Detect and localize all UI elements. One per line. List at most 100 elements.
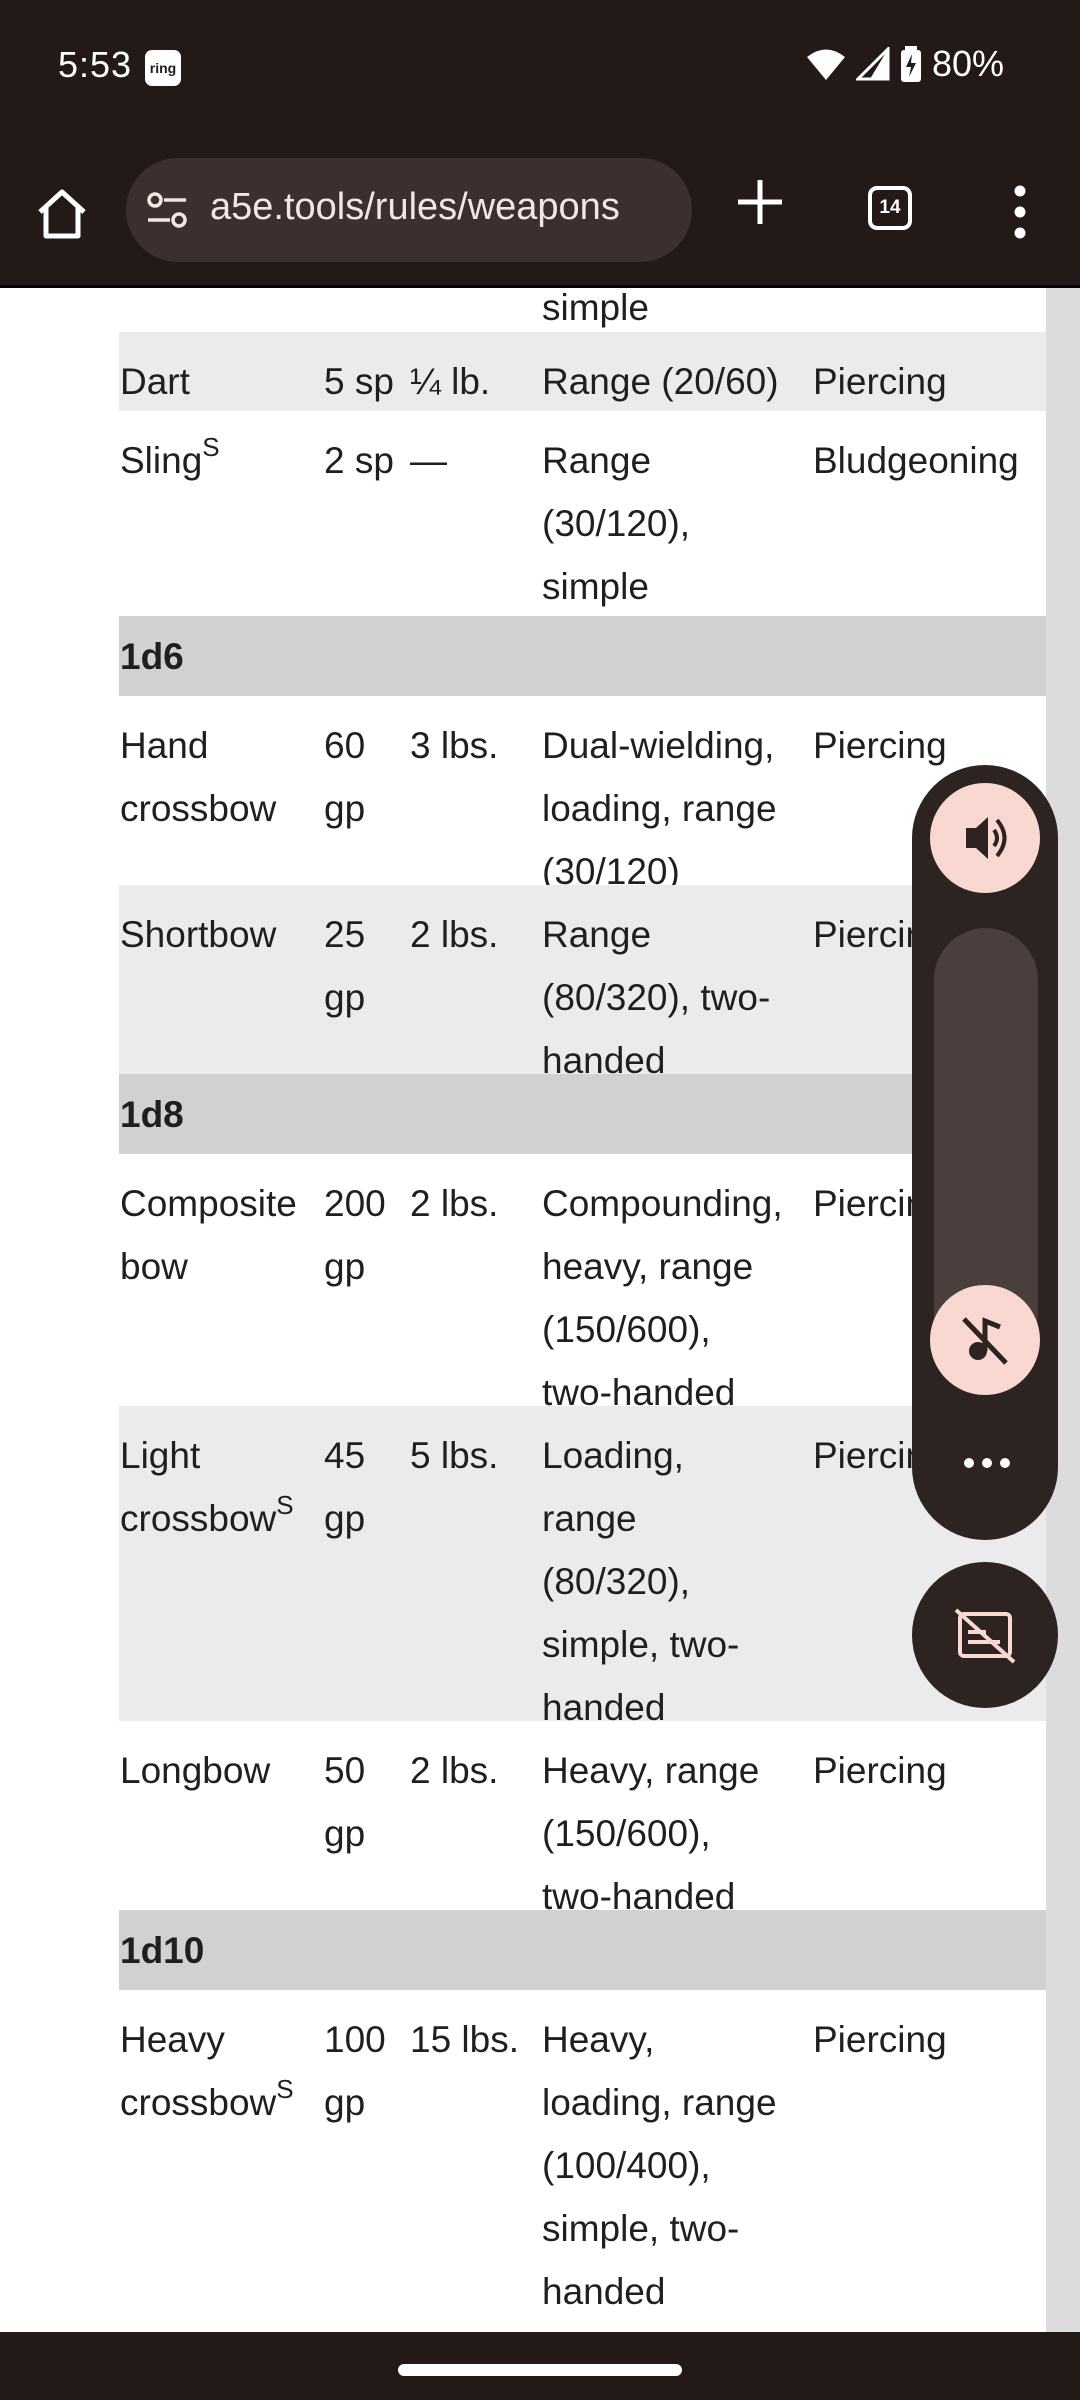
weapon-name-line: Heavy <box>120 2019 225 2060</box>
weapon-weight: 3 lbs. <box>410 725 499 766</box>
weapon-damage-type: Piercing <box>813 1750 947 1791</box>
home-icon[interactable] <box>30 182 94 246</box>
damage-group-header: 1d10 <box>119 1910 1046 1990</box>
weapon-property-line: (80/320), two- <box>542 977 771 1018</box>
weapon-name-line-wrap: crossbowS <box>120 1487 294 1550</box>
table-row: Dart 5 sp ¼ lb. Range (20/60) Piercing <box>119 332 1046 411</box>
weapon-damage-type: Piercing <box>813 361 947 402</box>
weapon-name: SlingS <box>120 429 220 492</box>
weapon-cost-line: gp <box>324 2082 366 2123</box>
weapon-weight: 2 lbs. <box>410 1750 499 1791</box>
more-horiz-icon[interactable] <box>962 1455 1012 1471</box>
weapon-property-line: heavy, range <box>542 1246 754 1287</box>
weapon-name-line-wrap: crossbowS <box>120 2071 294 2134</box>
weapon-cost-line: 5 sp <box>324 361 394 402</box>
weapon-cost: 25 gp <box>324 903 365 1029</box>
weapon-property-line: loading, range <box>542 2082 777 2123</box>
weapon-name-line: Sling <box>120 440 203 481</box>
weapon-name-line: crossbow <box>120 1498 277 1539</box>
weapon-property-line: (30/120), <box>542 503 691 544</box>
weapon-name: Shortbow <box>120 903 276 966</box>
source-superscript: S <box>276 2074 294 2104</box>
status-bar: 5:53 ring 80% <box>0 0 1080 140</box>
volume-panel <box>912 765 1058 1540</box>
more-vert-icon[interactable] <box>1010 184 1030 240</box>
live-caption-button[interactable] <box>912 1562 1058 1708</box>
status-icons: 80% <box>806 43 1004 84</box>
ringer-mode-button[interactable] <box>930 1285 1040 1395</box>
weapon-property-line: loading, range <box>542 788 777 829</box>
weapon-properties: Heavy, loading, range (100/400), simple, tw… <box>542 2008 777 2323</box>
site-info-icon[interactable] <box>146 190 188 230</box>
weapon-property-line: Heavy, range <box>542 1750 760 1791</box>
weapon-name-line: crossbow <box>120 788 277 829</box>
volume-output-button[interactable] <box>930 783 1040 893</box>
weapon-property-line: simple, two- <box>542 2208 740 2249</box>
weapon-property-line: (80/320), <box>542 1561 691 1602</box>
new-tab-icon[interactable] <box>730 172 790 232</box>
weapon-property-line: Range <box>542 440 652 481</box>
weapon-cost: 100 gp <box>324 2008 386 2134</box>
weapon-cost-line: gp <box>324 977 366 1018</box>
home-gesture-handle[interactable] <box>398 2364 682 2376</box>
live-caption-off-icon <box>954 1608 1016 1664</box>
weapon-cost-line: gp <box>324 1498 366 1539</box>
source-superscript: S <box>276 1490 294 1520</box>
weapon-cost-line: 60 <box>324 725 366 766</box>
weapon-name-line: Hand <box>120 725 209 766</box>
ringer-muted-icon <box>962 1317 1008 1365</box>
weapon-property-line: handed <box>542 2271 666 2312</box>
weapon-property-line: range <box>542 1498 637 1539</box>
weapon-name-line-wrap: SlingS <box>120 429 220 492</box>
weapon-name-line: Longbow <box>120 1750 271 1791</box>
table-row: simple <box>119 288 1046 332</box>
weapon-property-line: Range <box>542 914 652 955</box>
weapon-cost-line: gp <box>324 1813 366 1854</box>
weapon-cost-line: 45 <box>324 1435 366 1476</box>
weapon-properties: Heavy, range (150/600), two-handed <box>542 1739 759 1928</box>
weapon-cost-line: 100 <box>324 2019 386 2060</box>
weapon-properties: Range (30/120), simple <box>542 429 690 618</box>
tab-switcher-button[interactable]: 14 <box>868 186 912 230</box>
url-bar[interactable]: a5e.tools/rules/weapons <box>126 158 692 262</box>
weapon-name: Composite bow <box>120 1172 297 1298</box>
weapon-property-line: simple <box>542 566 649 607</box>
signal-icon <box>855 47 890 81</box>
weapon-name-line: crossbow <box>120 2082 277 2123</box>
damage-group-header: 1d8 <box>119 1074 1046 1154</box>
weapon-property-line: (150/600), <box>542 1813 711 1854</box>
damage-group-header: 1d6 <box>119 616 1046 696</box>
weapon-properties: Range (20/60) <box>542 350 779 413</box>
weapon-property-line: Loading, <box>542 1435 684 1476</box>
weapon-name-line: bow <box>120 1246 188 1287</box>
weapon-properties: Range (80/320), two-handed <box>542 903 770 1092</box>
weapon-property-line: simple, two- <box>542 1624 740 1665</box>
table-row: Hand crossbow 60 gp 3 lbs. Dual-wielding, load… <box>119 696 1046 892</box>
table-row: SlingS 2 sp — Range (30/120), simple Bludgeoni… <box>119 411 1046 616</box>
source-superscript: S <box>202 432 220 462</box>
url-text[interactable]: a5e.tools/rules/weapons <box>210 186 680 229</box>
weapon-cost-line: 200 <box>324 1183 386 1224</box>
weapon-properties: Loading, range (80/320), simple, two-handed <box>542 1424 739 1739</box>
weapon-cost-line: gp <box>324 788 366 829</box>
weapon-damage-type: Piercing <box>813 2019 947 2060</box>
browser-toolbar: a5e.tools/rules/weapons <box>0 140 1080 288</box>
weapon-damage-type: Bludgeoning <box>813 440 1019 481</box>
volume-up-icon <box>966 817 1007 859</box>
weapon-name: Light crossbowS <box>120 1424 294 1550</box>
weapon-property-line: (150/600), <box>542 1309 711 1350</box>
table-row: Composite bow 200 gp 2 lbs. Compounding, heavy… <box>119 1154 1046 1413</box>
weapon-cost: 50 gp <box>324 1739 365 1865</box>
group-label: 1d8 <box>120 1094 184 1135</box>
ring-app-notification-icon: ring <box>145 50 181 86</box>
weapon-name: Heavy crossbowS <box>120 2008 294 2134</box>
weapon-property-line: Dual-wielding, <box>542 725 775 766</box>
weapon-weight: — <box>410 440 447 481</box>
weapon-weight: 5 lbs. <box>410 1435 499 1476</box>
battery-charging-icon <box>900 46 921 82</box>
wifi-icon <box>806 49 845 80</box>
status-time: 5:53 <box>58 44 133 85</box>
weapon-cost: 45 gp <box>324 1424 365 1550</box>
weapon-property-line: (100/400), <box>542 2145 711 2186</box>
weapon-cost: 2 sp <box>324 429 394 492</box>
